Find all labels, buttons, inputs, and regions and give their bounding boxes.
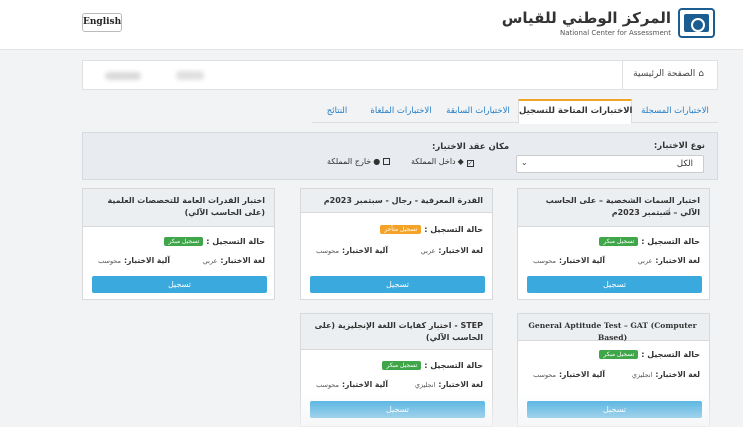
outside-kingdom-label: خارج المملكة (327, 157, 372, 166)
registration-status: حالة التسجيل :تسجيل مبكر (599, 350, 700, 359)
register-button[interactable]: تسجيل (310, 276, 485, 293)
mechanism-label: آلية الاختبار: (559, 370, 605, 379)
mechanism-value: محوسب (533, 371, 556, 379)
registration-status: حالة التسجيل :تسجيل متأخر (380, 225, 483, 234)
test-language: لغة الاختبار:عربي (421, 246, 483, 255)
register-button[interactable]: تسجيل (527, 401, 702, 418)
status-badge: تسجيل مبكر (164, 237, 204, 246)
checkbox-empty-icon[interactable] (383, 158, 391, 165)
status-label: حالة التسجيل : (424, 225, 483, 234)
test-card-title: STEP - اختبار كفايات اللغة الإنجليزية (ع… (301, 314, 492, 350)
tab-cancelled-tests[interactable]: الاختبارات الملغاة (364, 99, 438, 123)
breadcrumb-divider (622, 61, 623, 89)
mechanism-label: آلية الاختبار: (342, 380, 388, 389)
test-card-title: General Aptitude Test – GAT (Computer Ba… (518, 314, 709, 342)
tests-tabs: الاختبارات المسجلة الاختبارات المتاحة لل… (312, 99, 718, 124)
breadcrumb: ⌂الصفحة الرئيسية (82, 60, 718, 90)
registration-status: حالة التسجيل :تسجيل مبكر (382, 361, 483, 370)
test-card: اختبار القدرات العامة للتخصصات العلمية (… (82, 188, 275, 300)
test-language: لغة الاختبار:انجليزي (415, 380, 483, 389)
blurred-user-name (176, 71, 204, 80)
language-value: عربي (420, 247, 436, 255)
mechanism-value: محوسب (316, 247, 339, 255)
logo-english-text: National Center for Assessment (559, 29, 671, 37)
test-place-label: مكان عقد الاختبار: (432, 142, 510, 152)
tab-available-tests[interactable]: الاختبارات المتاحة للتسجيل (518, 99, 632, 124)
test-language: لغة الاختبار:انجليزي (632, 370, 700, 379)
test-type-label: نوع الاختبار: (653, 141, 705, 151)
register-button[interactable]: تسجيل (92, 276, 267, 293)
test-type-select[interactable]: الكل ⌄ (516, 155, 704, 173)
language-label: لغة الاختبار: (438, 380, 483, 389)
test-card: اختبار السمات الشخصية – على الحاسب الآلي… (517, 188, 710, 300)
breadcrumb-home-label: الصفحة الرئيسية (633, 69, 696, 79)
status-label: حالة التسجيل : (641, 350, 700, 359)
test-mechanism: آلية الاختبار:محوسب (98, 256, 170, 265)
language-value: انجليزي (414, 381, 436, 389)
status-badge: تسجيل مبكر (382, 361, 422, 370)
test-type-value: الكل (676, 159, 693, 169)
status-badge: تسجيل مبكر (599, 237, 639, 246)
status-badge: تسجيل مبكر (599, 350, 639, 359)
home-icon: ⌂ (698, 69, 704, 79)
chevron-down-icon: ⌄ (521, 158, 528, 167)
status-badge: تسجيل متأخر (380, 225, 422, 234)
test-language: لغة الاختبار:عربي (638, 256, 700, 265)
language-value: عربي (202, 257, 218, 265)
mechanism-value: محوسب (316, 381, 339, 389)
mechanism-label: آلية الاختبار: (342, 246, 388, 255)
language-label: لغة الاختبار: (220, 256, 265, 265)
language-label: لغة الاختبار: (655, 256, 700, 265)
outside-kingdom-option[interactable]: ●خارج المملكة (327, 157, 391, 166)
mechanism-value: محوسب (533, 257, 556, 265)
test-card-title: اختبار القدرات العامة للتخصصات العلمية (… (83, 189, 274, 227)
checkbox-checked-icon[interactable]: ✓ (466, 160, 474, 167)
register-button[interactable]: تسجيل (310, 401, 485, 418)
test-card-title: اختبار السمات الشخصية – على الحاسب الآلي… (518, 189, 709, 227)
tab-registered-tests[interactable]: الاختبارات المسجلة (632, 99, 718, 123)
language-label: لغة الاختبار: (438, 246, 483, 255)
mechanism-label: آلية الاختبار: (559, 256, 605, 265)
inside-kingdom-option[interactable]: ✓◆داخل المملكة (411, 157, 474, 167)
test-language: لغة الاختبار:عربي (203, 256, 265, 265)
mechanism-label: آلية الاختبار: (124, 256, 170, 265)
language-value: عربي (637, 257, 653, 265)
status-label: حالة التسجيل : (206, 237, 265, 246)
mouse-pointer-icon: ☝ (665, 207, 672, 218)
globe-icon: ● (373, 157, 381, 166)
registration-status: حالة التسجيل :تسجيل مبكر (599, 237, 700, 246)
blurred-user-info (105, 72, 141, 80)
language-label: لغة الاختبار: (655, 370, 700, 379)
register-button[interactable]: تسجيل (527, 276, 702, 293)
test-mechanism: آلية الاختبار:محوسب (533, 370, 605, 379)
test-mechanism: آلية الاختبار:محوسب (316, 380, 388, 389)
tab-results[interactable]: النتائج (312, 99, 362, 123)
logo-arabic-text: المركز الوطني للقياس (501, 9, 671, 27)
test-card: STEP - اختبار كفايات اللغة الإنجليزية (ع… (300, 313, 493, 427)
breadcrumb-home-link[interactable]: ⌂الصفحة الرئيسية (633, 69, 704, 79)
tab-previous-tests[interactable]: الاختبارات السابقة (440, 99, 516, 123)
filter-panel: نوع الاختبار: الكل ⌄ مكان عقد الاختبار: … (82, 132, 718, 180)
inside-kingdom-label: داخل المملكة (411, 157, 456, 166)
test-card-title: القدرة المعرفية - رجال - سبتمبر 2023م (301, 189, 492, 213)
status-label: حالة التسجيل : (641, 237, 700, 246)
nca-logo-icon[interactable] (678, 8, 715, 38)
test-card: القدرة المعرفية - رجال - سبتمبر 2023م حا… (300, 188, 493, 300)
language-value: انجليزي (631, 371, 653, 379)
test-mechanism: آلية الاختبار:محوسب (316, 246, 388, 255)
tag-icon: ◆ (457, 157, 464, 166)
test-card: General Aptitude Test – GAT (Computer Ba… (517, 313, 710, 427)
mechanism-value: محوسب (98, 257, 121, 265)
registration-status: حالة التسجيل :تسجيل مبكر (164, 237, 265, 246)
test-mechanism: آلية الاختبار:محوسب (533, 256, 605, 265)
english-language-button[interactable]: English (82, 13, 122, 32)
top-header: English المركز الوطني للقياس National Ce… (0, 0, 743, 50)
status-label: حالة التسجيل : (424, 361, 483, 370)
